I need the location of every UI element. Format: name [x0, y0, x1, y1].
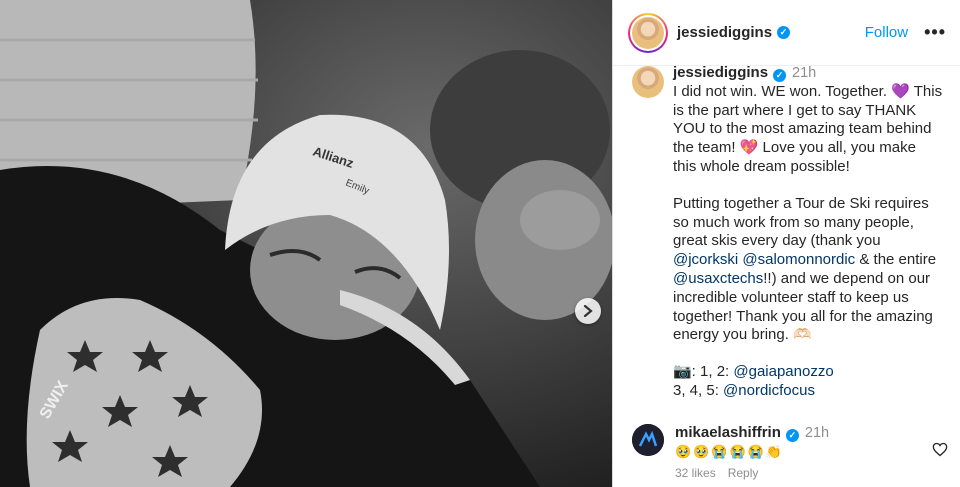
mention-link[interactable]: @salomonnordic — [742, 251, 855, 268]
reply-button[interactable]: Reply — [728, 466, 759, 480]
mention-link[interactable]: @nordicfocus — [723, 382, 815, 399]
commenter-avatar[interactable] — [632, 424, 664, 456]
mention-link[interactable]: @gaiapanozzo — [733, 363, 833, 380]
comment-meta: 32 likes Reply — [675, 466, 829, 480]
photo-image: Allianz Emily SWIX — [0, 0, 612, 487]
next-photo-button[interactable] — [575, 298, 601, 324]
caption-avatar[interactable] — [632, 66, 664, 98]
comment-body: mikaelashiffrin ✓ 21h 🥹🥹😭😭😭👏 32 likes Reply — [675, 424, 829, 480]
commenter-username[interactable]: mikaelashiffrin — [675, 424, 781, 441]
caption-paragraph-1: I did not win. WE won. Together. 💜 This … — [673, 82, 943, 175]
heart-icon[interactable] — [932, 442, 948, 457]
credit-prefix: 3, 4, 5: — [673, 381, 724, 399]
mention-link[interactable]: @usaxctechs — [673, 270, 763, 287]
post-header: jessiediggins ✓ Follow ••• — [613, 0, 960, 66]
comment-text: 🥹🥹😭😭😭👏 — [675, 444, 785, 459]
commenter-logo-icon — [632, 424, 664, 456]
mention-link[interactable]: @jcorkski — [673, 251, 738, 268]
author-username[interactable]: jessiediggins — [677, 24, 772, 41]
verified-badge-icon: ✓ — [785, 429, 799, 442]
verified-badge-icon: ✓ — [777, 26, 791, 39]
caption-timestamp[interactable]: 21h — [792, 65, 816, 81]
verified-badge-icon: ✓ — [773, 68, 787, 82]
caption-username[interactable]: jessiediggins — [673, 64, 768, 81]
caption-body: jessiediggins ✓ 21h I did not win. WE won.… — [673, 64, 943, 401]
chevron-right-icon — [583, 305, 593, 317]
comment-item: mikaelashiffrin ✓ 21h 🥹🥹😭😭😭👏 32 likes Reply — [632, 424, 946, 480]
comment-timestamp[interactable]: 21h — [805, 425, 829, 441]
comment-likes[interactable]: 32 likes — [675, 466, 716, 480]
caption-text: Putting together a Tour de Ski requires … — [673, 194, 929, 250]
follow-button[interactable]: Follow — [865, 24, 908, 41]
post-caption: jessiediggins ✓ 21h I did not win. WE won.… — [613, 64, 960, 401]
post-side-panel: jessiediggins ✓ Follow ••• jessiediggins… — [612, 0, 960, 487]
author-avatar[interactable] — [632, 16, 664, 49]
caption-paragraph-2: Putting together a Tour de Ski requires … — [673, 195, 943, 345]
credit-prefix: 📷: 1, 2: — [673, 363, 734, 381]
author-avatar-story-ring[interactable] — [628, 12, 668, 53]
post-photo: Allianz Emily SWIX — [0, 0, 612, 487]
caption-text: & the entire — [855, 251, 937, 269]
more-options-icon[interactable]: ••• — [924, 22, 946, 43]
photo-credits: 📷: 1, 2: @gaiapanozzo 3, 4, 5: @nordicfo… — [673, 363, 943, 401]
